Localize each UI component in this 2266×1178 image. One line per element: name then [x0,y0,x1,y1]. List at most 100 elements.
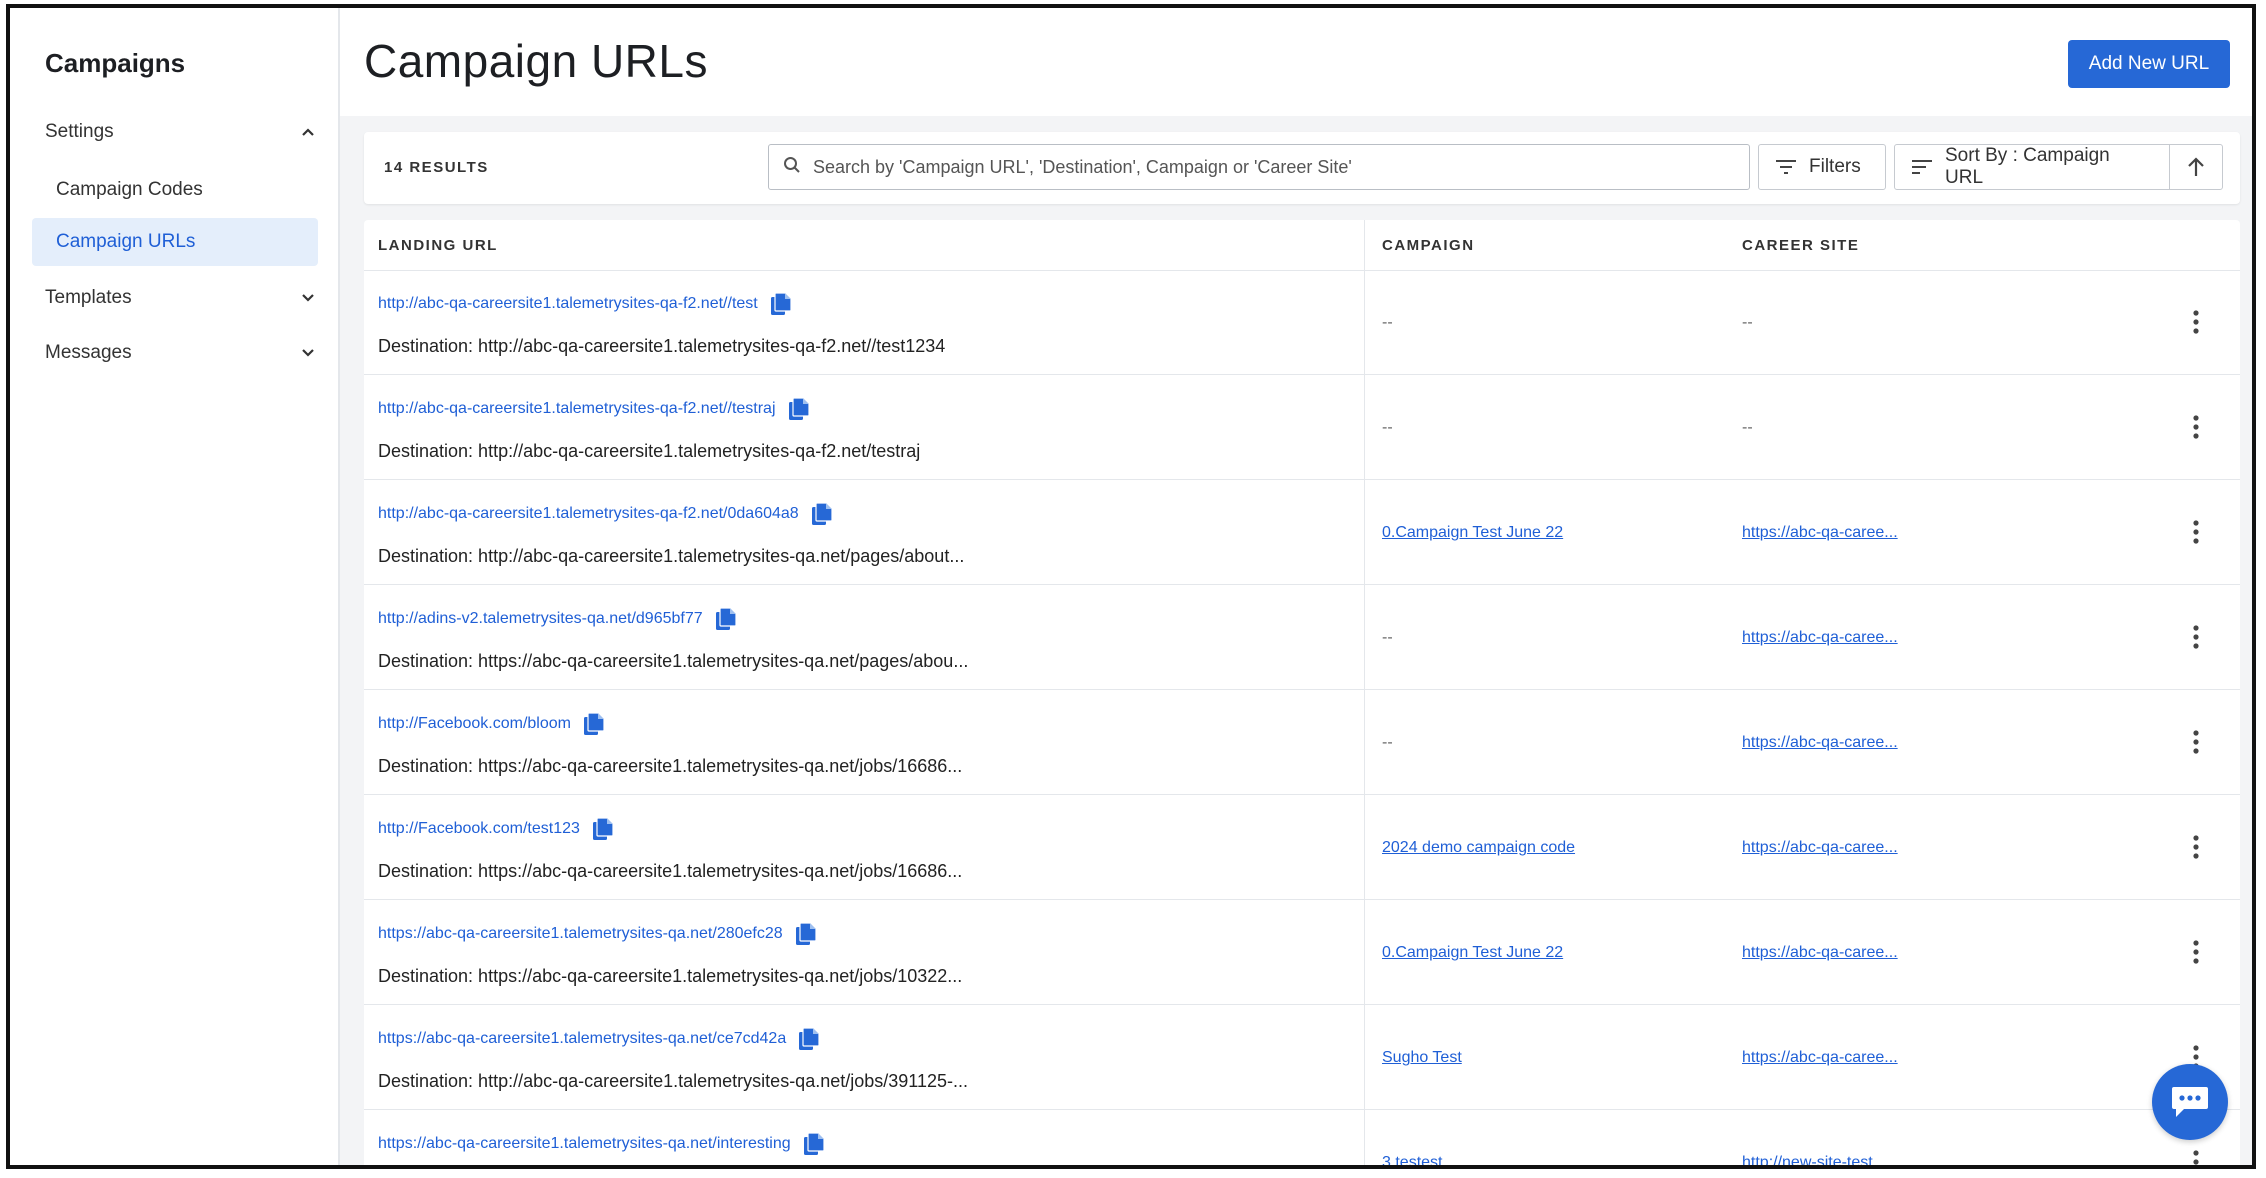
search-icon [783,156,801,179]
landing-url-link[interactable]: http://abc-qa-careersite1.talemetrysites… [378,505,799,523]
sidebar-item-campaign-codes[interactable]: Campaign Codes [56,179,203,201]
column-header-campaign[interactable]: CAMPAIGN [1382,237,1475,254]
destination-text: Destination: http://abc-qa-careersite1.t… [378,1071,968,1091]
table-header: LANDING URL CAMPAIGN CAREER SITE [364,220,2240,271]
page-header: Campaign URLs Add New URL [340,8,2252,116]
destination-text: Destination: http://abc-qa-careersite1.t… [378,441,921,461]
landing-url-link[interactable]: https://abc-qa-careersite1.talemetrysite… [378,1030,786,1048]
sort-by-button[interactable]: Sort By : Campaign URL [1894,144,2170,190]
copy-icon[interactable] [803,1132,825,1156]
destination-text: Destination: https://abc-qa-careersite1.… [378,861,963,881]
sidebar-group-templates[interactable]: Templates [45,278,315,318]
sort-direction-button[interactable] [2169,144,2223,190]
campaign-link[interactable]: 0.Campaign Test June 22 [1382,944,1563,962]
copy-icon[interactable] [715,607,737,631]
kebab-menu-icon[interactable] [2186,831,2206,863]
campaign-link[interactable]: Sugho Test [1382,1049,1462,1067]
sidebar-title: Campaigns [45,48,186,78]
filters-button[interactable]: Filters [1758,144,1886,190]
table-row: https://abc-qa-careersite1.talemetrysite… [364,900,2240,1005]
chat-icon [2170,1084,2210,1120]
sidebar-group-settings[interactable]: Settings [45,112,315,152]
copy-icon[interactable] [592,817,614,841]
kebab-menu-icon[interactable] [2186,411,2206,443]
kebab-menu-icon[interactable] [2186,306,2206,338]
campaign-link: -- [1382,314,1393,331]
column-header-career-site[interactable]: CAREER SITE [1742,237,1859,254]
table-row: https://abc-qa-careersite1.talemetrysite… [364,1005,2240,1110]
page-title: Campaign URLs [364,35,708,87]
column-header-landing-url[interactable]: LANDING URL [378,237,498,254]
career-site-link[interactable]: https://abc-qa-caree... [1742,524,1898,542]
campaign-link[interactable]: 0.Campaign Test June 22 [1382,524,1563,542]
landing-url-link[interactable]: http://abc-qa-careersite1.talemetrysites… [378,295,758,313]
landing-url-link[interactable]: http://abc-qa-careersite1.talemetrysites… [378,400,776,418]
kebab-menu-icon[interactable] [2186,726,2206,758]
search-input[interactable] [801,155,1749,179]
career-site-link[interactable]: https://abc-qa-caree... [1742,1049,1898,1067]
table-row: http://adins-v2.talemetrysites-qa.net/d9… [364,585,2240,690]
landing-url-link[interactable]: http://adins-v2.talemetrysites-qa.net/d9… [378,610,703,628]
copy-icon[interactable] [811,502,833,526]
table-row: http://Facebook.com/test123 Destination: … [364,795,2240,900]
landing-url-link[interactable]: http://Facebook.com/test123 [378,820,580,838]
table-row: http://abc-qa-careersite1.talemetrysites… [364,375,2240,480]
landing-url-link[interactable]: http://Facebook.com/bloom [378,715,571,733]
kebab-menu-icon[interactable] [2186,516,2206,548]
campaign-link[interactable]: 3.testest [1382,1154,1442,1165]
destination-text: Destination: http://abc-qa-careersite1.t… [378,336,946,356]
sidebar-item-campaign-urls[interactable]: Campaign URLs [32,218,318,266]
landing-url-cell: http://adins-v2.talemetrysites-qa.net/d9… [378,607,737,631]
kebab-menu-icon[interactable] [2186,621,2206,653]
toolbar: 14 RESULTS Filters Sort By : Campaign UR… [364,132,2240,204]
campaign-link: -- [1382,629,1393,646]
copy-icon[interactable] [770,292,792,316]
chevron-down-icon [301,346,315,360]
campaign-link: -- [1382,734,1393,751]
search-box[interactable] [768,144,1750,190]
kebab-menu-icon[interactable] [2186,1146,2206,1165]
career-site-link[interactable]: https://abc-qa-caree... [1742,629,1898,647]
career-site-link: -- [1742,314,1753,331]
landing-url-cell: http://abc-qa-careersite1.talemetrysites… [378,502,833,526]
career-site-link[interactable]: https://abc-qa-caree... [1742,944,1898,962]
sidebar: Campaigns Settings Campaign Codes Campai… [10,8,340,1165]
landing-url-link[interactable]: https://abc-qa-careersite1.talemetrysite… [378,1135,791,1153]
landing-url-cell: https://abc-qa-careersite1.talemetrysite… [378,922,817,946]
destination-text: Destination: https://abc-qa-careersite1.… [378,966,963,986]
destination-text: Destination: https://abc-qa-careersite1.… [378,651,969,671]
sort-icon [1911,159,1933,175]
landing-url-link[interactable]: https://abc-qa-careersite1.talemetrysite… [378,925,783,943]
kebab-menu-icon[interactable] [2186,936,2206,968]
career-site-link[interactable]: http://new-site-test... [1742,1154,1886,1165]
destination-text: Destination: http://abc-qa-careersite1.t… [378,546,965,566]
arrow-up-icon [2186,156,2206,178]
career-site-link: -- [1742,419,1753,436]
landing-url-cell: https://abc-qa-careersite1.talemetrysite… [378,1132,825,1156]
copy-icon[interactable] [795,922,817,946]
chat-button[interactable] [2152,1064,2228,1140]
sidebar-group-label: Settings [45,121,114,142]
landing-url-cell: https://abc-qa-careersite1.talemetrysite… [378,1027,820,1051]
main-content: Campaign URLs Add New URL 14 RESULTS Fil… [340,8,2252,1165]
results-count: 14 RESULTS [384,159,489,176]
landing-url-cell: http://abc-qa-careersite1.talemetrysites… [378,397,810,421]
sidebar-group-label: Templates [45,287,132,308]
career-site-link[interactable]: https://abc-qa-caree... [1742,839,1898,857]
campaign-urls-table: LANDING URL CAMPAIGN CAREER SITE http://… [364,220,2240,1165]
table-row: http://abc-qa-careersite1.talemetrysites… [364,270,2240,375]
table-row: http://Facebook.com/bloom Destination: ht… [364,690,2240,795]
career-site-link[interactable]: https://abc-qa-caree... [1742,734,1898,752]
chevron-down-icon [301,291,315,305]
add-new-url-button[interactable]: Add New URL [2068,40,2230,88]
sidebar-group-messages[interactable]: Messages [45,333,315,373]
copy-icon[interactable] [798,1027,820,1051]
campaign-link: -- [1382,419,1393,436]
sidebar-group-label: Messages [45,342,132,363]
app-window: Campaigns Settings Campaign Codes Campai… [6,4,2256,1169]
sort-label: Sort By : Campaign URL [1945,145,2110,188]
copy-icon[interactable] [583,712,605,736]
table-row: https://abc-qa-careersite1.talemetrysite… [364,1110,2240,1165]
campaign-link[interactable]: 2024 demo campaign code [1382,839,1575,857]
copy-icon[interactable] [788,397,810,421]
